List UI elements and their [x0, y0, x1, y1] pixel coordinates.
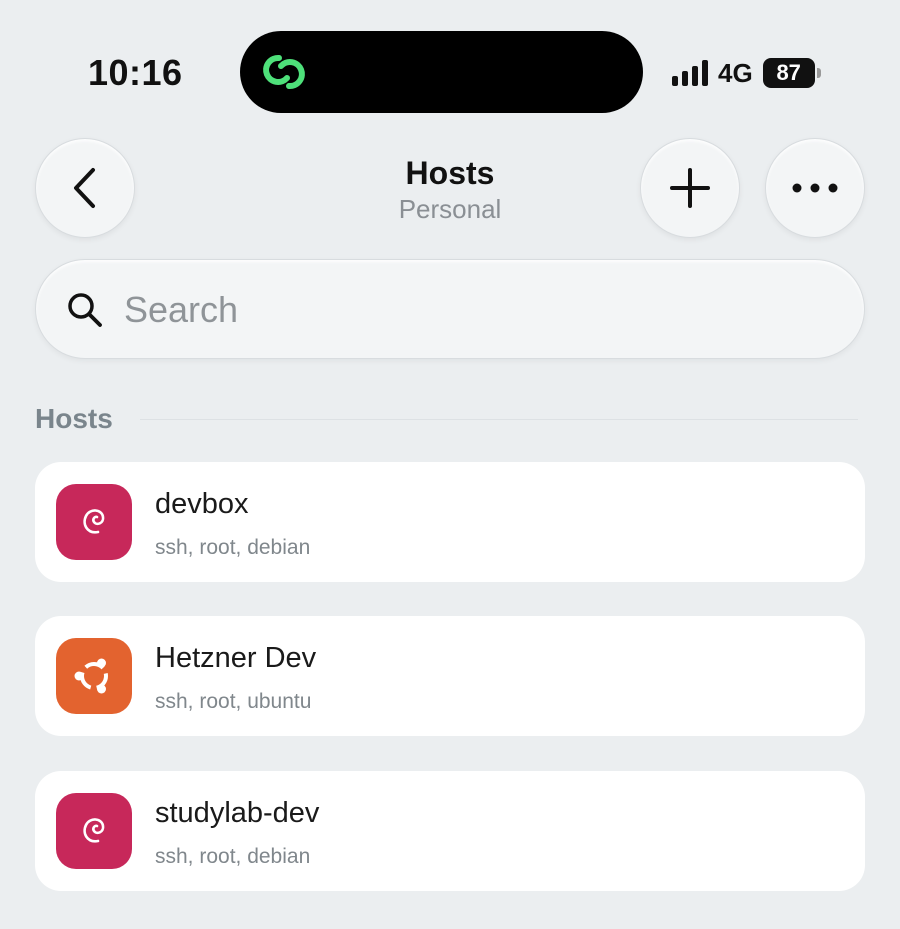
host-details: ssh, root, ubuntu: [155, 690, 312, 713]
host-name: Hetzner Dev: [155, 642, 317, 674]
status-indicators: 4G 87: [672, 57, 821, 89]
status-time: 10:16: [88, 52, 183, 93]
host-name: studylab-dev: [155, 797, 320, 829]
hosts-screen: 10:16 4G 87 Hosts Personal Search Hosts …: [0, 0, 900, 929]
search-input[interactable]: [124, 285, 824, 335]
search-bar[interactable]: [35, 259, 865, 359]
battery-icon: 87: [762, 58, 821, 88]
chevron-left-icon: [74, 168, 95, 208]
host-row-devbox[interactable]: devbox ssh, root, debian: [35, 462, 865, 582]
link-rings-icon: [263, 54, 305, 90]
host-row-studylab-dev[interactable]: studylab-dev ssh, root, debian: [35, 771, 865, 891]
cellular-signal-icon: [672, 60, 708, 86]
host-name: devbox: [155, 488, 249, 520]
host-details: ssh, root, debian: [155, 536, 311, 559]
plus-icon: [670, 168, 710, 208]
network-type: 4G: [718, 57, 753, 88]
back-button[interactable]: [35, 138, 135, 238]
dynamic-island: [240, 31, 643, 113]
ubuntu-icon: [56, 638, 132, 714]
search-icon: [68, 293, 102, 327]
section-divider: [140, 419, 858, 420]
more-options-button[interactable]: [765, 138, 865, 238]
debian-icon: [56, 484, 132, 560]
ellipsis-icon: [792, 183, 838, 193]
page-title: Hosts: [405, 155, 495, 191]
debian-icon: [56, 793, 132, 869]
page-subtitle: Personal: [398, 194, 502, 224]
add-host-button[interactable]: [640, 138, 740, 238]
host-row-hetzner-dev[interactable]: Hetzner Dev ssh, root, ubuntu: [35, 616, 865, 736]
host-details: ssh, root, debian: [155, 845, 311, 868]
section-header-hosts: Hosts: [35, 403, 113, 434]
